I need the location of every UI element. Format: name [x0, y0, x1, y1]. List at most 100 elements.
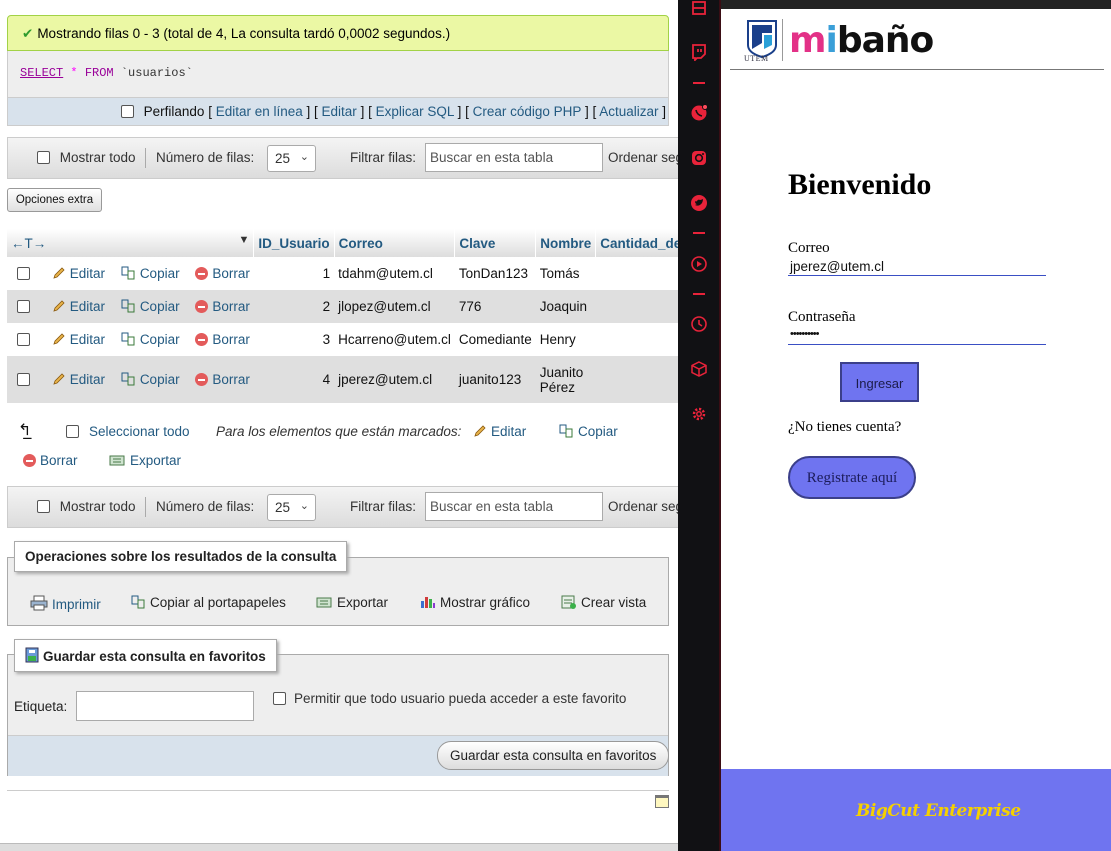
share-bookmark-toggle[interactable]: Permitir que todo usuario pueda acceder …: [273, 691, 626, 706]
select-all-toggle[interactable]: Seleccionar todo: [66, 424, 190, 439]
bulk-copy-button[interactable]: Copiar: [559, 424, 618, 439]
edit-inline-link[interactable]: Editar en línea: [216, 104, 303, 119]
rows-label: Número de filas:: [156, 499, 255, 514]
rows-select[interactable]: 25 ⌄: [267, 494, 316, 521]
delete-icon: [195, 267, 209, 280]
cell-correo[interactable]: jperez@utem.cl: [334, 356, 455, 403]
cell-cantidad[interactable]: [595, 356, 678, 403]
sql-keyword-select[interactable]: SELECT: [20, 66, 63, 80]
twitter-icon[interactable]: [690, 194, 708, 212]
cell-clave[interactable]: juanito123: [454, 356, 536, 403]
email-label: Correo: [788, 240, 830, 256]
cell-cantidad[interactable]: [595, 323, 678, 356]
row-edit-button[interactable]: Editar: [52, 266, 105, 281]
brand-logo: mibaño: [789, 20, 934, 61]
row-copy-button[interactable]: Copiar: [121, 332, 180, 347]
create-view-button[interactable]: Crear vista: [561, 595, 646, 610]
row-edit-button[interactable]: Editar: [52, 372, 105, 387]
cell-correo[interactable]: Hcarreno@utem.cl: [334, 323, 455, 356]
cell-id[interactable]: 3: [253, 323, 335, 356]
share-bookmark-checkbox[interactable]: [273, 692, 286, 705]
cell-correo[interactable]: tdahm@utem.cl: [334, 257, 455, 290]
sql-links-bar: Perfilando [ Editar en línea ] [ Editar …: [7, 97, 669, 126]
row-copy-button[interactable]: Copiar: [121, 372, 180, 387]
cell-nombre[interactable]: Henry: [535, 323, 596, 356]
cell-cantidad[interactable]: [595, 257, 678, 290]
cell-clave[interactable]: Comediante: [454, 323, 536, 356]
cell-nombre[interactable]: Tomás: [535, 257, 596, 290]
cell-nombre[interactable]: Juanito Pérez: [535, 356, 596, 403]
show-chart-button[interactable]: Mostrar gráfico: [420, 595, 530, 610]
bulk-delete-button[interactable]: Borrar: [23, 453, 78, 468]
marked-label: Para los elementos que están marcados:: [216, 424, 462, 439]
show-all-checkbox[interactable]: [37, 151, 50, 164]
save-bookmark-button[interactable]: Guardar esta consulta en favoritos: [437, 741, 670, 770]
cell-clave[interactable]: 776: [454, 290, 536, 323]
cell-clave[interactable]: TonDan123: [454, 257, 536, 290]
console-toggle-icon[interactable]: [655, 795, 669, 808]
edit-sql-link[interactable]: Editar: [322, 104, 357, 119]
filter-label: Filtrar filas:: [350, 499, 417, 514]
divider: [7, 790, 669, 791]
whatsapp-icon[interactable]: [690, 104, 708, 122]
email-field[interactable]: jperez@utem.cl: [788, 259, 1046, 276]
sql-query-box[interactable]: SELECT * FROM `usuarios`: [7, 51, 669, 97]
column-arrows-header[interactable]: ←T→ ▼: [7, 229, 255, 257]
row-delete-button[interactable]: Borrar: [195, 266, 250, 281]
select-all-checkbox[interactable]: [66, 425, 79, 438]
create-php-link[interactable]: Crear código PHP: [473, 104, 582, 119]
filter-input[interactable]: Buscar en esta tabla: [425, 492, 603, 521]
box-icon[interactable]: [690, 360, 708, 378]
refresh-link[interactable]: Actualizar: [599, 104, 658, 119]
login-button[interactable]: Ingresar: [840, 362, 919, 402]
column-header[interactable]: Cantidad_de: [595, 229, 678, 257]
row-delete-button[interactable]: Borrar: [195, 372, 250, 387]
rows-select[interactable]: 25 ⌄: [267, 145, 316, 172]
profiling-checkbox[interactable]: [120, 105, 134, 118]
bookmark-label-input[interactable]: [76, 691, 254, 721]
row-edit-button[interactable]: Editar: [52, 332, 105, 347]
column-move-arrows-icon[interactable]: ←T→: [11, 236, 46, 251]
column-header[interactable]: ID_Usuario: [253, 229, 335, 257]
show-all-checkbox[interactable]: [37, 500, 50, 513]
row-checkbox[interactable]: [17, 333, 30, 346]
row-copy-button[interactable]: Copiar: [121, 266, 180, 281]
clock-icon[interactable]: [690, 315, 708, 333]
instagram-icon[interactable]: [690, 149, 708, 167]
filter-input[interactable]: Buscar en esta tabla: [425, 143, 603, 172]
copy-clipboard-button[interactable]: Copiar al portapapeles: [131, 595, 286, 610]
cell-correo[interactable]: jlopez@utem.cl: [334, 290, 455, 323]
bulk-edit-button[interactable]: Editar: [473, 424, 526, 439]
row-delete-button[interactable]: Borrar: [195, 332, 250, 347]
show-all-toggle[interactable]: Mostrar todo: [37, 150, 136, 165]
password-field[interactable]: ••••••••••: [788, 328, 1046, 345]
gift-icon[interactable]: [690, 0, 708, 18]
export-results-button[interactable]: Exportar: [316, 595, 388, 610]
console-bar[interactable]: [0, 843, 678, 851]
cell-id[interactable]: 2: [253, 290, 335, 323]
column-header[interactable]: Clave: [454, 229, 537, 257]
cell-id[interactable]: 1: [253, 257, 335, 290]
extra-options-button[interactable]: Opciones extra: [7, 188, 102, 212]
explain-sql-link[interactable]: Explicar SQL: [376, 104, 454, 119]
bulk-export-button[interactable]: Exportar: [109, 453, 181, 468]
print-button[interactable]: Imprimir: [30, 595, 101, 612]
sort-triangle-icon[interactable]: ▼: [238, 234, 249, 246]
row-edit-button[interactable]: Editar: [52, 299, 105, 314]
settings-icon[interactable]: [690, 405, 708, 423]
checkmark-icon: ✔: [22, 26, 34, 41]
column-header[interactable]: Nombre: [535, 229, 597, 257]
row-delete-button[interactable]: Borrar: [195, 299, 250, 314]
column-header[interactable]: Correo: [334, 229, 456, 257]
play-icon[interactable]: [690, 255, 708, 273]
row-checkbox[interactable]: [17, 300, 30, 313]
row-copy-button[interactable]: Copiar: [121, 299, 180, 314]
twitch-icon[interactable]: [690, 43, 708, 61]
cell-id[interactable]: 4: [253, 356, 335, 403]
cell-nombre[interactable]: Joaquin: [535, 290, 596, 323]
show-all-toggle[interactable]: Mostrar todo: [37, 499, 136, 514]
row-checkbox[interactable]: [17, 373, 30, 386]
register-button[interactable]: Registrate aquí: [788, 456, 916, 499]
row-checkbox[interactable]: [17, 267, 30, 280]
cell-cantidad[interactable]: [595, 290, 678, 323]
